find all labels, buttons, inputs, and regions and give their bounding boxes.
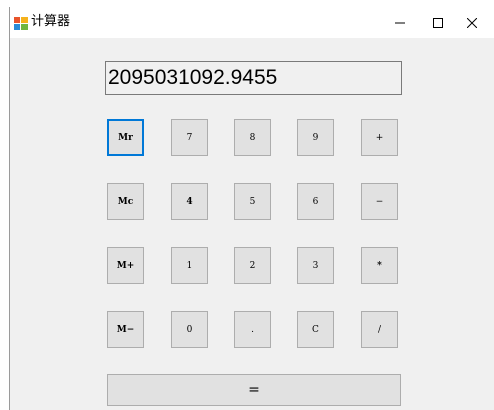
equals-button[interactable]: = [107, 374, 401, 406]
digit-0-button[interactable]: 0 [171, 311, 208, 348]
divide-button[interactable]: / [361, 311, 398, 348]
digit-7-button[interactable]: 7 [171, 119, 208, 156]
memory-clear-button[interactable]: Mc [107, 183, 144, 220]
title-bar: 计算器 [10, 7, 494, 38]
close-icon [466, 13, 478, 32]
digit-4-button[interactable]: 4 [171, 183, 208, 220]
multiply-button[interactable]: * [361, 247, 398, 284]
decimal-point-button[interactable]: . [234, 311, 271, 348]
minus-button[interactable]: − [361, 183, 398, 220]
digit-5-button[interactable]: 5 [234, 183, 271, 220]
memory-add-button[interactable]: M+ [107, 247, 144, 284]
memory-recall-button[interactable]: Mr [107, 119, 144, 156]
digit-6-button[interactable]: 6 [297, 183, 334, 220]
result-display[interactable]: 2095031092.9455 [105, 61, 402, 95]
close-button[interactable] [450, 7, 494, 38]
memory-subtract-button[interactable]: M− [107, 311, 144, 348]
window-title: 计算器 [31, 14, 71, 29]
maximize-icon [433, 13, 443, 32]
digit-9-button[interactable]: 9 [297, 119, 334, 156]
calculator-app-icon [14, 15, 28, 30]
digit-2-button[interactable]: 2 [234, 247, 271, 284]
digit-8-button[interactable]: 8 [234, 119, 271, 156]
clear-button[interactable]: C [297, 311, 334, 348]
plus-button[interactable]: + [361, 119, 398, 156]
digit-1-button[interactable]: 1 [171, 247, 208, 284]
digit-3-button[interactable]: 3 [297, 247, 334, 284]
minimize-icon [395, 13, 405, 32]
calculator-window: 计算器 2095031092.9455 Mr 7 8 9 + Mc 4 5 6 … [9, 7, 494, 410]
